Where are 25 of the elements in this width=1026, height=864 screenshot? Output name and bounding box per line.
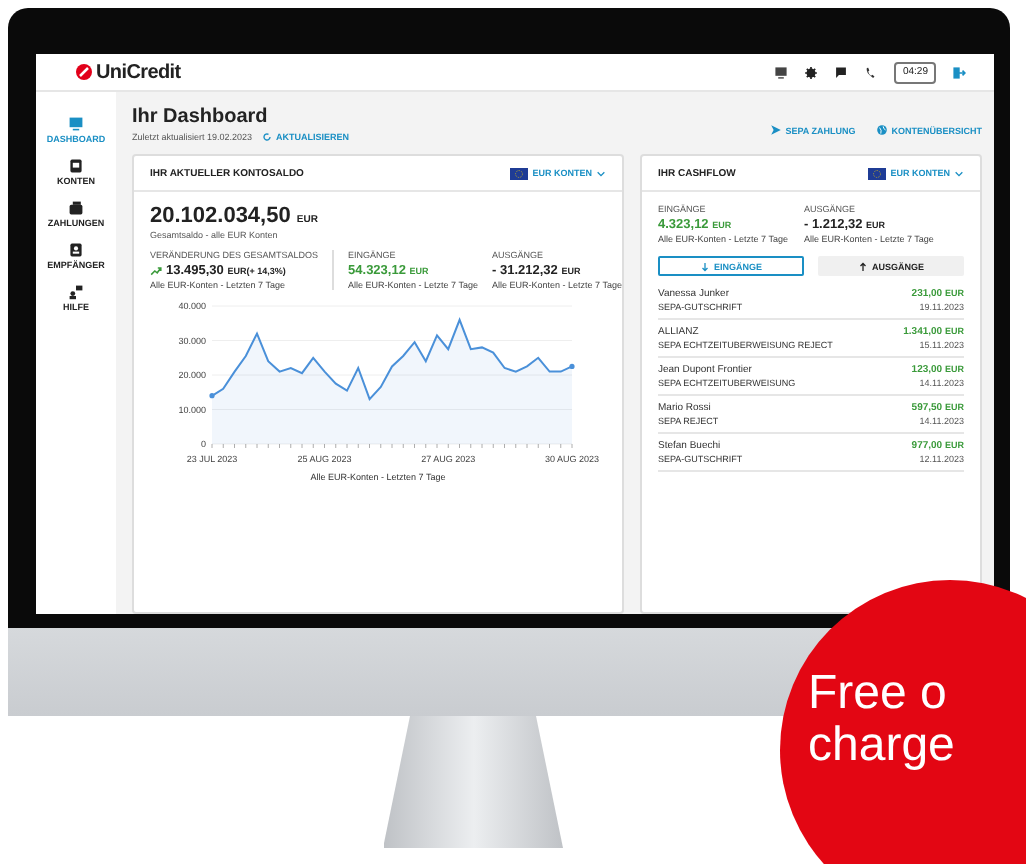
chevron-down-icon [954,169,964,177]
badge-text: Free o [808,667,949,720]
monitor-icon [68,116,84,132]
chevron-down-icon [596,169,606,177]
eu-flag-icon [510,167,529,179]
send-icon [769,124,782,136]
brand-name: UniCredit [96,61,181,83]
trend-up-icon [150,265,162,275]
document-icon [68,158,84,174]
people-icon [68,284,84,300]
phone-icon[interactable] [864,65,879,79]
badge-text: charge [808,720,957,773]
arrow-up-icon [857,261,868,271]
contact-card-icon [67,242,84,258]
flag-icon[interactable] [834,65,849,79]
settings-icon[interactable] [804,65,819,79]
refresh-icon [262,132,273,142]
monitor-icon[interactable] [774,65,789,79]
arrow-down-icon [699,261,710,271]
logout-icon[interactable] [952,65,966,79]
wallet-icon [68,200,84,216]
page-title: Ihr Dashboard [132,106,270,128]
globe-icon [875,124,888,136]
logo-mark-icon [76,64,92,80]
eu-flag-icon [868,167,887,179]
